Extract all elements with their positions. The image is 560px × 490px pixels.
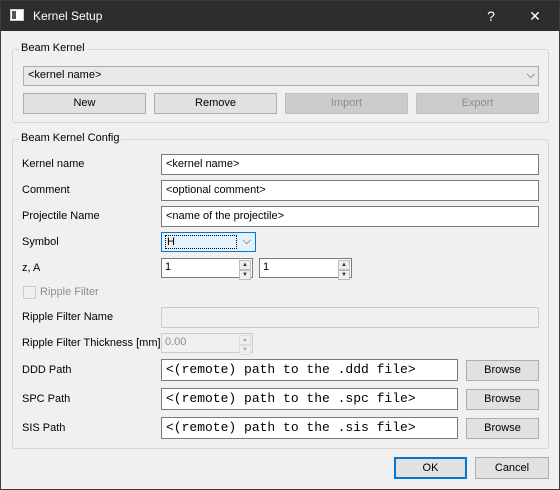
spin-down-icon[interactable]: ▼: [239, 270, 251, 280]
spin-up-icon[interactable]: ▲: [338, 260, 350, 270]
title-bar[interactable]: Kernel Setup ? ✕: [1, 1, 559, 31]
comment-input[interactable]: <optional comment>: [161, 180, 539, 201]
remove-button[interactable]: Remove: [154, 93, 277, 114]
kernel-select[interactable]: <kernel name> ⌵: [23, 66, 539, 86]
cancel-button[interactable]: Cancel: [475, 457, 549, 479]
ripple-filter-label: Ripple Filter: [40, 286, 99, 298]
ripple-filter-thickness-label: Ripple Filter Thickness [mm]: [22, 337, 161, 349]
ripple-filter-thickness-value: 0.00: [165, 336, 187, 348]
chevron-down-icon: ⌵: [242, 235, 251, 247]
close-icon: ✕: [529, 8, 541, 24]
z-stepper[interactable]: ▲ ▼: [239, 260, 251, 280]
a-spinbox[interactable]: 1 ▲ ▼: [259, 258, 352, 280]
ddd-browse-button[interactable]: Browse: [466, 360, 539, 381]
kernel-name-label: Kernel name: [22, 158, 85, 170]
close-button[interactable]: ✕: [513, 1, 557, 31]
spin-up-icon[interactable]: ▲: [239, 335, 251, 345]
spc-path-label: SPC Path: [22, 393, 71, 405]
import-button[interactable]: Import: [285, 93, 408, 114]
projectile-name-label: Projectile Name: [22, 210, 100, 222]
z-value: 1: [165, 261, 172, 273]
sis-path-label: SIS Path: [22, 422, 66, 434]
app-icon: [10, 9, 24, 21]
projectile-name-input[interactable]: <name of the projectile>: [161, 206, 539, 227]
spin-down-icon[interactable]: ▼: [239, 345, 251, 355]
za-label: z, A: [22, 262, 41, 274]
ok-button[interactable]: OK: [394, 457, 467, 479]
symbol-select-value: H: [165, 235, 237, 249]
kernel-setup-dialog: Kernel Setup ? ✕ Beam Kernel <kernel nam…: [0, 0, 560, 490]
comment-label: Comment: [22, 184, 70, 196]
beam-kernel-group-title: Beam Kernel: [19, 42, 87, 54]
z-spinbox[interactable]: 1 ▲ ▼: [161, 258, 253, 280]
spc-path-input[interactable]: <(remote) path to the .spc file>: [161, 388, 458, 410]
help-button[interactable]: ?: [469, 1, 513, 31]
export-button[interactable]: Export: [416, 93, 539, 114]
ripple-filter-checkbox[interactable]: [23, 286, 36, 299]
new-button[interactable]: New: [23, 93, 146, 114]
spin-up-icon[interactable]: ▲: [239, 260, 251, 270]
chevron-down-icon: ⌵: [526, 69, 535, 81]
symbol-select[interactable]: H ⌵: [161, 232, 256, 252]
thickness-stepper[interactable]: ▲ ▼: [239, 335, 251, 355]
ddd-path-label: DDD Path: [22, 364, 72, 376]
sis-browse-button[interactable]: Browse: [466, 418, 539, 439]
ripple-filter-thickness-spinbox[interactable]: 0.00 ▲ ▼: [161, 333, 253, 355]
ripple-filter-name-input[interactable]: [161, 307, 539, 328]
beam-kernel-config-group-title: Beam Kernel Config: [19, 132, 122, 144]
a-stepper[interactable]: ▲ ▼: [338, 260, 350, 280]
kernel-name-input[interactable]: <kernel name>: [161, 154, 539, 175]
kernel-select-value: <kernel name>: [28, 69, 102, 81]
sis-path-input[interactable]: <(remote) path to the .sis file>: [161, 417, 458, 439]
spc-browse-button[interactable]: Browse: [466, 389, 539, 410]
ddd-path-input[interactable]: <(remote) path to the .ddd file>: [161, 359, 458, 381]
spin-down-icon[interactable]: ▼: [338, 270, 350, 280]
ripple-filter-name-label: Ripple Filter Name: [22, 311, 114, 323]
symbol-label: Symbol: [22, 236, 59, 248]
a-value: 1: [263, 261, 270, 273]
window-title: Kernel Setup: [33, 9, 103, 23]
